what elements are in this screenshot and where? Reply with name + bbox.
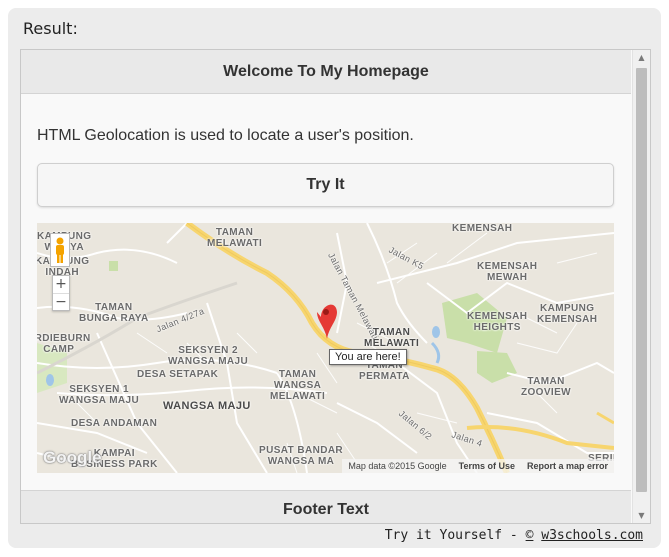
page-content: HTML Geolocation is used to locate a use… xyxy=(21,94,631,490)
map-label: TAMAN BUNGA RAYA xyxy=(79,302,149,324)
scrollbar-thumb[interactable] xyxy=(636,68,647,492)
map-label: PUSAT BANDAR WANGSA MA xyxy=(259,445,344,467)
map-attribution: Map data ©2015 Google Terms of Use Repor… xyxy=(342,459,614,473)
map-label: TAMAN MELAWATI xyxy=(364,327,420,349)
zoom-in-button[interactable]: + xyxy=(53,276,69,294)
result-label: Result: xyxy=(23,19,78,38)
map-label: SEKSYEN 2 WANGSA MAJU xyxy=(168,345,249,367)
map[interactable]: KAMPUNG WIJAYA KAMPUNG INDAH TAMAN MELAW… xyxy=(37,223,614,473)
try-it-button[interactable]: Try It xyxy=(37,163,614,207)
street-view-pegman-icon[interactable] xyxy=(50,233,70,267)
terms-of-use-link[interactable]: Terms of Use xyxy=(459,461,515,471)
vertical-scrollbar[interactable]: ▲ ▼ xyxy=(632,50,650,523)
w3schools-link[interactable]: w3schools.com xyxy=(541,528,643,543)
map-data-text: Map data ©2015 Google xyxy=(348,461,447,471)
location-tooltip: You are here! xyxy=(329,349,407,365)
map-label: KEMENSAH MEWAH xyxy=(477,261,538,283)
map-label: TAMAN ZOOVIEW xyxy=(521,376,572,398)
map-label: TAMAN WANGSA MELAWATI xyxy=(270,369,326,402)
result-iframe: Welcome To My Homepage HTML Geolocation … xyxy=(20,49,651,524)
map-label: SEKSYEN 1 WANGSA MAJU xyxy=(59,384,140,406)
map-label: KEMENSAH HEIGHTS xyxy=(467,311,528,333)
zoom-control: + − xyxy=(52,275,70,311)
zoom-out-button[interactable]: − xyxy=(53,294,69,311)
map-label: KEMENSAH xyxy=(452,223,513,234)
map-label: DESA ANDAMAN xyxy=(71,418,158,429)
map-label: ARDIEBURN CAMP xyxy=(37,333,91,355)
map-label: KAMPUNG KEMENSAH xyxy=(537,303,598,325)
try-it-credit: Try it Yourself - © w3schools.com xyxy=(384,528,643,543)
scroll-up-arrow-icon[interactable]: ▲ xyxy=(633,50,650,65)
map-label: DESA SETAPAK xyxy=(137,369,219,380)
description-text: HTML Geolocation is used to locate a use… xyxy=(37,127,414,144)
report-map-error-link[interactable]: Report a map error xyxy=(527,461,608,471)
page-footer: Footer Text xyxy=(21,490,631,523)
scroll-down-arrow-icon[interactable]: ▼ xyxy=(633,508,650,523)
google-logo[interactable]: Google xyxy=(43,448,102,468)
map-label: TAMAN MELAWATI xyxy=(207,227,263,249)
copyright-link[interactable]: © xyxy=(526,528,534,543)
page-header: Welcome To My Homepage xyxy=(21,50,631,94)
map-label: WANGSA MAJU xyxy=(163,400,251,412)
